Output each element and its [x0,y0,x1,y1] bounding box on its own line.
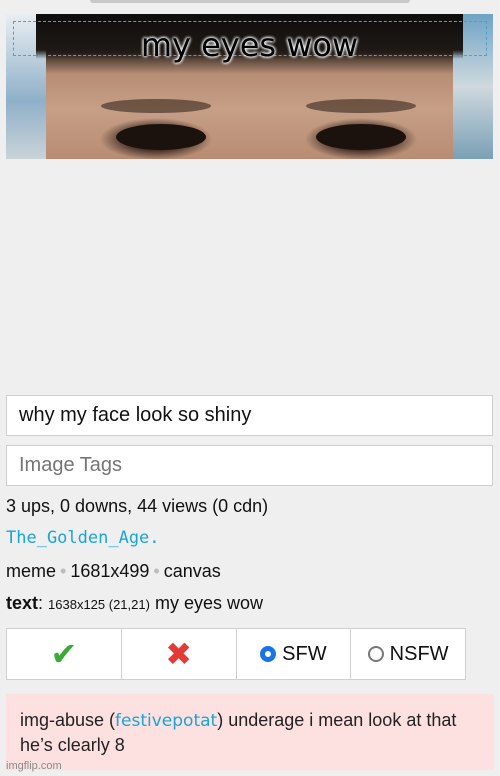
separator-dot: • [60,561,67,581]
radio-selected-icon [260,646,277,662]
meta-type: meme [6,561,57,581]
tags-input[interactable] [6,445,493,486]
reporter-link[interactable]: festivepotat [115,711,217,731]
radio-unselected-icon [367,646,384,662]
left-eyebrow [101,99,211,113]
right-eye [316,124,406,150]
abuse-report: img-abuse (festivepotat) underage i mean… [6,694,494,770]
meme-caption: my eyes wow [140,26,359,64]
description-field[interactable] [6,395,493,436]
text-box-size: 1638x125 (21,21) [48,597,150,612]
left-eye [116,124,206,150]
nsfw-label: NSFW [389,642,449,665]
meta-source: canvas [163,561,221,581]
text-info: text: 1638x125 (21,21) my eyes wow [6,593,263,613]
meta-dimensions: 1681x499 [70,561,150,581]
right-eyebrow [306,99,416,113]
sfw-radio[interactable]: SFW [236,629,352,679]
separator-dot: • [153,561,160,581]
text-label: text [6,593,39,613]
top-handle [90,0,410,3]
reject-button[interactable]: ✖ [121,629,237,679]
meme-image[interactable]: my eyes wow [6,14,493,159]
cross-icon: ✖ [165,636,193,672]
approve-button[interactable]: ✔ [7,629,122,679]
report-prefix: img-abuse ( [20,710,116,730]
nsfw-radio[interactable]: NSFW [351,629,465,679]
image-meta: meme • 1681x499 • canvas [6,561,221,582]
username-link[interactable]: The_Golden_Age. [6,528,160,548]
moderation-buttons: ✔ ✖ SFW NSFW [6,628,466,680]
text-value: my eyes wow [154,593,263,613]
vote-stats: 3 ups, 0 downs, 44 views (0 cdn) [6,496,269,516]
sfw-label: SFW [282,642,327,665]
check-icon: ✔ [50,636,78,672]
watermark: imgflip.com [6,760,62,772]
